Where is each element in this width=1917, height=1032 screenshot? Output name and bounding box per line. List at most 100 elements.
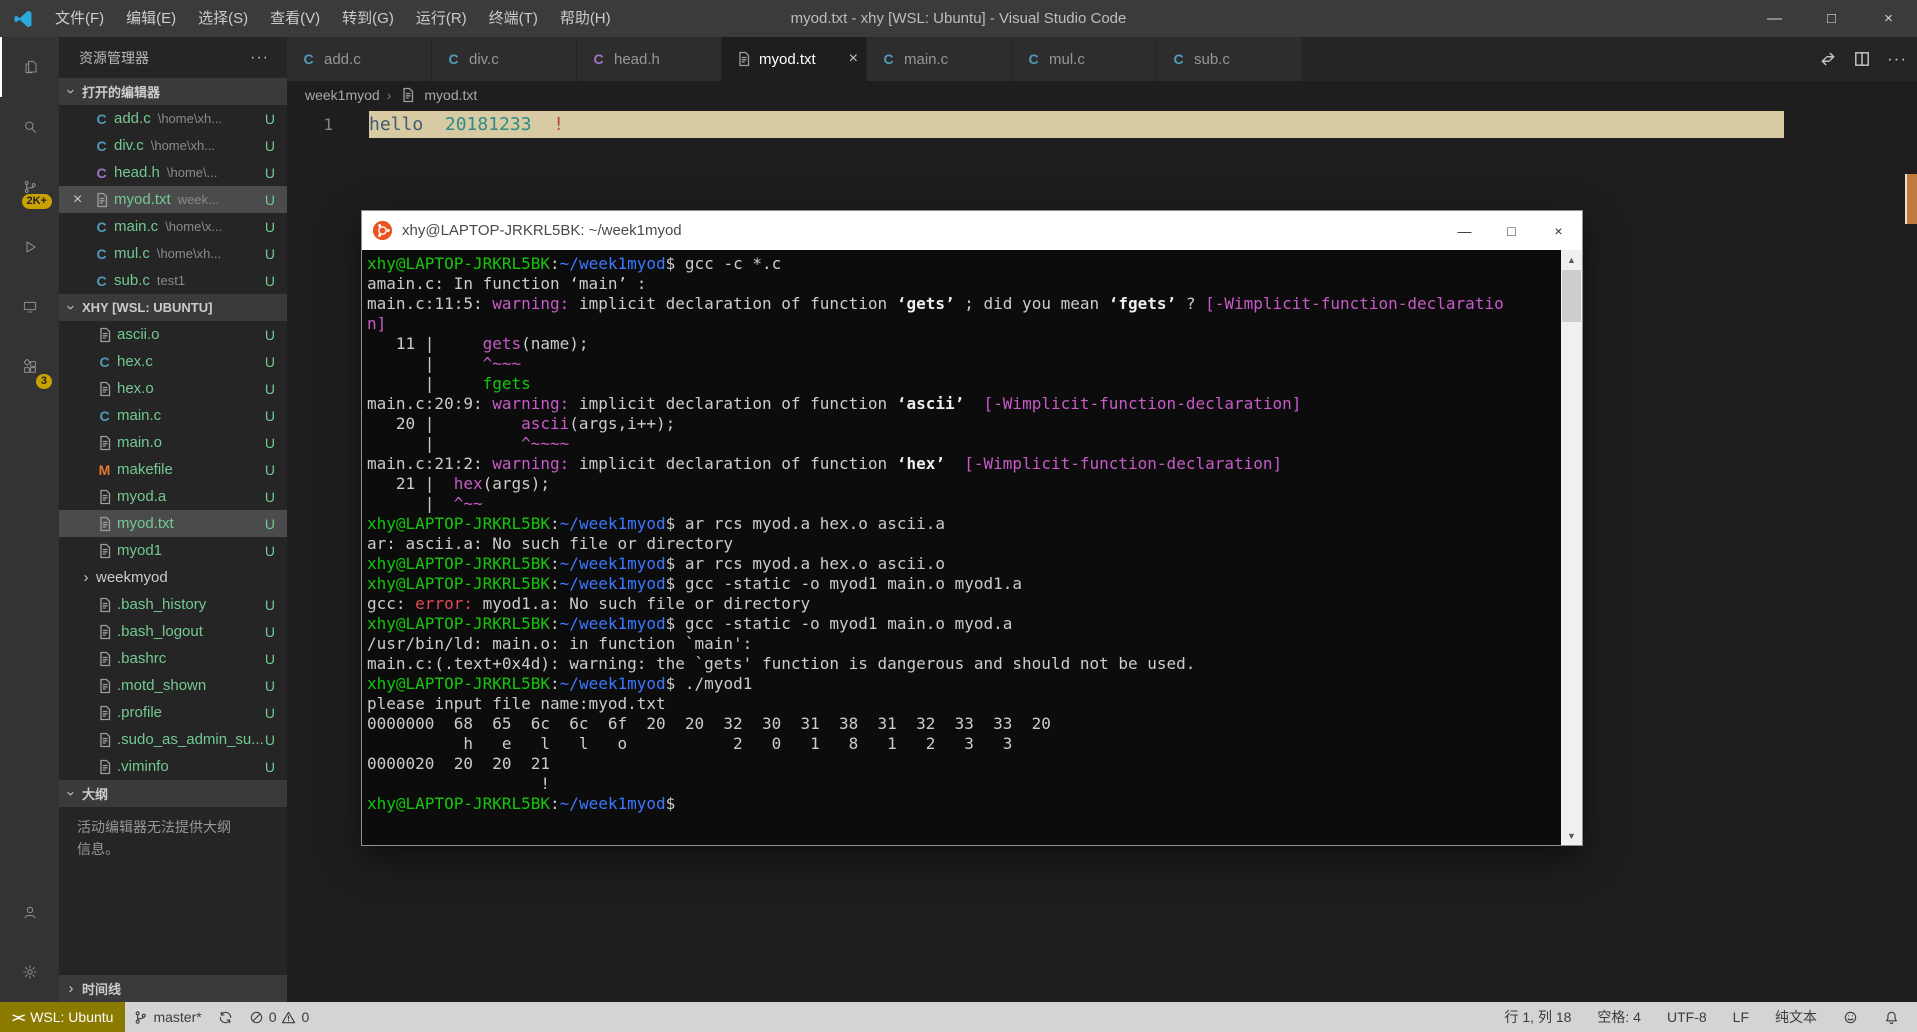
open-editor-item[interactable]: Cmul.c \home\xh... U bbox=[59, 240, 287, 267]
terminal-line: main.c:20:9: warning: implicit declarati… bbox=[367, 394, 1302, 413]
language-mode[interactable]: 纯文本 bbox=[1767, 1002, 1825, 1032]
terminal-output[interactable]: xhy@LAPTOP-JRKRL5BK:~/week1myod$ gcc -c … bbox=[362, 250, 1561, 845]
notifications-button[interactable] bbox=[1876, 1002, 1907, 1032]
activity-extensions[interactable]: 3 bbox=[0, 337, 59, 397]
file-path: test1 bbox=[156, 273, 186, 288]
tab-div.c[interactable]: Cdiv.c bbox=[432, 37, 577, 81]
file-name: weekmyod bbox=[96, 569, 168, 586]
tab-add.c[interactable]: Cadd.c bbox=[287, 37, 432, 81]
file-item[interactable]: .bash_logout U bbox=[59, 618, 287, 645]
activity-settings[interactable] bbox=[0, 942, 59, 1002]
open-editors-header[interactable]: › 打开的编辑器 bbox=[59, 78, 287, 105]
activity-explorer[interactable] bbox=[0, 37, 59, 97]
outline-header[interactable]: › 大纲 bbox=[59, 780, 287, 807]
git-status-badge: U bbox=[264, 353, 275, 370]
file-item[interactable]: ascii.o U bbox=[59, 321, 287, 348]
explorer-sidebar: 资源管理器 ··· › 打开的编辑器 Cadd.c \home\xh... U Cdi… bbox=[59, 37, 287, 1002]
close-button[interactable]: × bbox=[1860, 0, 1917, 37]
file-item[interactable]: myod1 U bbox=[59, 537, 287, 564]
more-actions-icon[interactable]: ··· bbox=[1887, 49, 1907, 69]
close-icon[interactable]: × bbox=[849, 50, 858, 68]
menu-edit[interactable]: 编辑(E) bbox=[115, 0, 187, 37]
tab-sub.c[interactable]: Csub.c bbox=[1157, 37, 1302, 81]
cursor-position[interactable]: 行 1, 列 18 bbox=[1496, 1002, 1579, 1032]
file-item[interactable]: .bash_history U bbox=[59, 591, 287, 618]
terminal-scrollbar[interactable]: ▲ ▼ bbox=[1561, 250, 1582, 845]
open-editor-item[interactable]: Cmain.c \home\x... U bbox=[59, 213, 287, 240]
terminal-close-button[interactable]: × bbox=[1535, 211, 1582, 250]
activity-bar: 2K+ 3 bbox=[0, 37, 59, 1002]
breadcrumb-file[interactable]: myod.txt bbox=[424, 87, 477, 103]
terminal-minimize-button[interactable]: — bbox=[1441, 211, 1488, 250]
maximize-button[interactable]: □ bbox=[1803, 0, 1860, 37]
menu-terminal[interactable]: 终端(T) bbox=[478, 0, 549, 37]
menu-file[interactable]: 文件(F) bbox=[44, 0, 115, 37]
terminal-maximize-button[interactable]: □ bbox=[1488, 211, 1535, 250]
file-name: main.c bbox=[117, 407, 162, 424]
file-name: myod.txt bbox=[114, 191, 171, 208]
activity-badge: 3 bbox=[35, 374, 52, 389]
encoding[interactable]: UTF-8 bbox=[1659, 1002, 1715, 1032]
branch-icon bbox=[136, 1010, 147, 1024]
problems-status[interactable]: 0 0 bbox=[241, 1002, 318, 1032]
file-item[interactable]: .motd_shown U bbox=[59, 672, 287, 699]
open-changes-icon[interactable] bbox=[1819, 50, 1837, 68]
open-editor-item[interactable]: Chead.h \home\... U bbox=[59, 159, 287, 186]
file-name: div.c bbox=[114, 137, 144, 154]
file-item[interactable]: main.o U bbox=[59, 429, 287, 456]
menu-view[interactable]: 查看(V) bbox=[259, 0, 331, 37]
split-editor-icon[interactable] bbox=[1853, 50, 1871, 68]
terminal-line: amain.c: In function ‘main’ : bbox=[367, 274, 647, 293]
file-item[interactable]: .viminfo U bbox=[59, 753, 287, 780]
tab-mul.c[interactable]: Cmul.c bbox=[1012, 37, 1157, 81]
indentation[interactable]: 空格: 4 bbox=[1589, 1002, 1649, 1032]
scroll-up-arrow[interactable]: ▲ bbox=[1561, 250, 1582, 269]
file-item[interactable]: myod.txt U bbox=[59, 510, 287, 537]
scroll-down-arrow[interactable]: ▼ bbox=[1561, 826, 1582, 845]
open-editor-item[interactable]: × myod.txt week... U bbox=[59, 186, 287, 213]
file-item[interactable]: .profile U bbox=[59, 699, 287, 726]
menu-help[interactable]: 帮助(H) bbox=[549, 0, 622, 37]
activity-search[interactable] bbox=[0, 97, 59, 157]
more-actions-icon[interactable]: ··· bbox=[250, 49, 269, 67]
activity-account[interactable] bbox=[0, 882, 59, 942]
breadcrumb-folder[interactable]: week1myod bbox=[305, 87, 380, 103]
terminal-title-bar[interactable]: xhy@LAPTOP-JRKRL5BK: ~/week1myod — □ × bbox=[362, 211, 1582, 250]
git-status-badge: U bbox=[264, 515, 275, 532]
tab-myod.txt[interactable]: myod.txt × bbox=[722, 37, 867, 81]
menu-run[interactable]: 运行(R) bbox=[405, 0, 478, 37]
menu-selection[interactable]: 选择(S) bbox=[187, 0, 259, 37]
sync-button[interactable] bbox=[210, 1002, 241, 1032]
account-icon bbox=[20, 904, 39, 920]
open-editor-item[interactable]: Cadd.c \home\xh... U bbox=[59, 105, 287, 132]
feedback-button[interactable] bbox=[1835, 1002, 1866, 1032]
workspace-folder-header[interactable]: › XHY [WSL: UBUNTU] bbox=[59, 294, 287, 321]
code-line[interactable]: hello 20181233 ! bbox=[369, 111, 1784, 138]
file-item[interactable]: myod.a U bbox=[59, 483, 287, 510]
activity-source-control[interactable]: 2K+ bbox=[0, 157, 59, 217]
tab-main.c[interactable]: Cmain.c bbox=[867, 37, 1012, 81]
tabs: Cadd.c Cdiv.c Chead.h myod.txt × Cmain.c Cmul.… bbox=[287, 37, 1302, 81]
activity-remote-explorer[interactable] bbox=[0, 277, 59, 337]
terminal-title: xhy@LAPTOP-JRKRL5BK: ~/week1myod bbox=[402, 222, 682, 239]
remote-indicator[interactable]: >< WSL: Ubuntu bbox=[0, 1002, 126, 1032]
activity-run-debug[interactable] bbox=[0, 217, 59, 277]
folder-item[interactable]: › weekmyod bbox=[59, 564, 287, 591]
file-item[interactable]: .sudo_as_admin_su... U bbox=[59, 726, 287, 753]
branch-status[interactable]: master* bbox=[125, 1002, 209, 1032]
minimize-button[interactable]: — bbox=[1746, 0, 1803, 37]
file-item[interactable]: hex.o U bbox=[59, 375, 287, 402]
eol-sequence[interactable]: LF bbox=[1725, 1002, 1757, 1032]
scrollbar-thumb[interactable] bbox=[1562, 270, 1581, 322]
open-editor-item[interactable]: Cdiv.c \home\xh... U bbox=[59, 132, 287, 159]
file-item[interactable]: Chex.c U bbox=[59, 348, 287, 375]
file-icon bbox=[95, 624, 114, 640]
file-item[interactable]: Cmain.c U bbox=[59, 402, 287, 429]
close-icon[interactable]: × bbox=[73, 191, 92, 209]
timeline-header[interactable]: › 时间线 bbox=[59, 975, 287, 1002]
file-item[interactable]: .bashrc U bbox=[59, 645, 287, 672]
open-editor-item[interactable]: Csub.c test1 U bbox=[59, 267, 287, 294]
tab-head.h[interactable]: Chead.h bbox=[577, 37, 722, 81]
file-item[interactable]: Mmakefile U bbox=[59, 456, 287, 483]
menu-go[interactable]: 转到(G) bbox=[331, 0, 405, 37]
